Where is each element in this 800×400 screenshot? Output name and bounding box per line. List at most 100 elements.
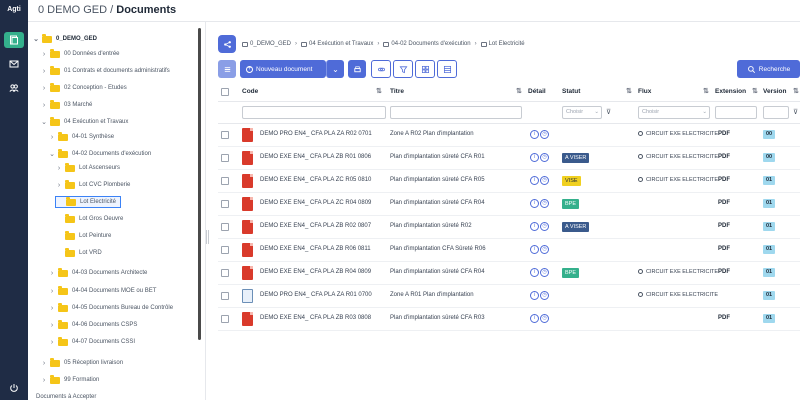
column-header-flux[interactable]: Flux [638,88,651,95]
version-filter-input[interactable] [763,106,789,119]
tree-item[interactable]: Lot Peinture [55,230,111,242]
tree-item[interactable]: › 04-05 Documents Bureau de Contrôle [48,302,173,314]
tree-item[interactable]: › 99 Formation [40,374,99,386]
table-row[interactable]: DEMO EXE EN4_ CFA PLA ZB R03 0808 Plan d'… [218,308,800,331]
row-code[interactable]: DEMO EXE EN4_ CFA PLA ZB R01 0806 [260,154,371,160]
row-code[interactable]: DEMO EXE EN4_ CFA PLA ZB R02 0807 [260,223,371,229]
users-icon[interactable] [4,80,24,96]
table-row[interactable]: DEMO EXE EN4_ CFA PLA ZB R01 0806 Plan d'… [218,147,800,170]
history-icon[interactable]: ◷ [540,291,549,300]
share-icon[interactable] [218,35,236,53]
table-row[interactable]: DEMO EXE EN4_ CFA PLA ZB R06 0811 Plan d'… [218,239,800,262]
chevron-right-icon[interactable]: › [40,377,48,384]
chevron-down-icon[interactable]: ⌄ [48,150,56,158]
tree-item[interactable]: › 05 Réception livraison [40,357,123,369]
column-header-extension[interactable]: Extension [715,88,746,95]
new-document-dropdown[interactable]: ⌄ [326,60,344,78]
row-code[interactable]: DEMO EXE EN4_ CFA PLA ZB R03 0808 [260,315,371,321]
search-button[interactable]: Recherche [737,60,800,78]
grid-view-button[interactable] [415,60,435,78]
filter-button[interactable] [393,60,413,78]
tree-item[interactable]: › Lot Ascenseurs [55,162,120,174]
sort-icon[interactable]: ⇅ [376,87,382,95]
row-flux[interactable]: CIRCUIT EXE ELECTRICITE [638,269,718,275]
history-icon[interactable]: ◷ [540,199,549,208]
history-icon[interactable]: ◷ [540,314,549,323]
chevron-right-icon[interactable]: › [40,102,48,109]
row-code[interactable]: DEMO EXE EN4_ CFA PLA ZB R04 0809 [260,269,371,275]
row-checkbox[interactable] [221,131,229,139]
row-checkbox[interactable] [221,269,229,277]
info-icon[interactable]: i [530,245,539,254]
table-row[interactable]: DEMO PRO EN4_ CFA PLA ZA R02 0701 Zone A … [218,124,800,147]
tree-item[interactable]: ⌄ 04-02 Documents d'exécution [48,148,151,160]
row-flux[interactable]: CIRCUIT EXE ELECTRICITE [638,292,718,298]
column-header-version[interactable]: Version [763,88,786,95]
filter-icon[interactable]: ⊽ [606,108,611,116]
tree-item[interactable]: Lot VRD [55,247,102,259]
history-icon[interactable]: ◷ [540,130,549,139]
row-code[interactable]: DEMO PRO EN4_ CFA PLA ZA R01 0700 [260,292,372,298]
tree-item[interactable]: › 04-07 Documents CSSI [48,336,135,348]
print-button[interactable] [348,60,366,78]
row-checkbox[interactable] [221,315,229,323]
tree-item[interactable]: ⌄ 04 Exécution et Travaux [40,116,128,128]
title-filter-input[interactable] [390,106,522,119]
sort-icon[interactable]: ⇅ [516,87,522,95]
chevron-right-icon[interactable]: › [48,134,56,141]
table-row[interactable]: DEMO EXE EN4_ CFA PLA ZB R02 0807 Plan d'… [218,216,800,239]
code-filter-input[interactable] [242,106,386,119]
tree-item[interactable]: › 01 Contrats et documents administratifs [40,65,170,77]
row-code[interactable]: DEMO EXE EN4_ CFA PLA ZC R05 0810 [260,177,371,183]
filter-icon[interactable]: ⊽ [793,108,798,116]
history-icon[interactable]: ◷ [540,268,549,277]
table-row[interactable]: DEMO EXE EN4_ CFA PLA ZC R04 0809 Plan d'… [218,193,800,216]
chevron-right-icon[interactable]: › [40,85,48,92]
row-flux[interactable]: CIRCUIT EXE ELECTRICITE [638,177,718,183]
select-all-checkbox[interactable] [221,88,229,96]
tree-item-selected[interactable]: Lot Electricité [55,196,122,208]
tree-scrollbar[interactable] [198,28,201,340]
tree-bottom-item[interactable]: Documents à Accepter [36,394,96,400]
row-flux[interactable]: CIRCUIT EXE ELECTRICITE [638,131,718,137]
table-row[interactable]: DEMO EXE EN4_ CFA PLA ZC R05 0810 Plan d'… [218,170,800,193]
tree-item[interactable]: › 02 Conception - Etudes [40,82,127,94]
table-row[interactable]: DEMO PRO EN4_ CFA PLA ZA R01 0700 Zone A … [218,285,800,308]
info-icon[interactable]: i [530,314,539,323]
info-icon[interactable]: i [530,222,539,231]
info-icon[interactable]: i [530,176,539,185]
chevron-right-icon[interactable]: › [48,270,56,277]
chevron-right-icon[interactable]: › [40,360,48,367]
history-icon[interactable]: ◷ [540,153,549,162]
history-icon[interactable]: ◷ [540,245,549,254]
history-icon[interactable]: ◷ [540,222,549,231]
extension-filter-input[interactable] [715,106,757,119]
tree-item[interactable]: › 03 Marché [40,99,92,111]
chevron-right-icon[interactable]: › [40,51,48,58]
link-button[interactable] [371,60,391,78]
tree-root[interactable]: ⌄ 0_DEMO_GED [32,33,97,45]
info-icon[interactable]: i [530,153,539,162]
chevron-right-icon[interactable]: › [48,322,56,329]
column-header-status[interactable]: Statut [562,88,580,95]
sort-icon[interactable]: ⇅ [752,87,758,95]
column-header-code[interactable]: Code [242,88,258,95]
row-code[interactable]: DEMO PRO EN4_ CFA PLA ZA R02 0701 [260,131,372,137]
status-filter-select[interactable]: Choisir ⌄ [562,106,602,119]
tree-item[interactable]: › 04-01 Synthèse [48,131,114,143]
list-view-button[interactable] [218,60,236,78]
flux-filter-select[interactable]: Choisir ⌄ [638,106,710,119]
chevron-right-icon[interactable]: › [40,68,48,75]
tree-item[interactable]: › 04-04 Documents MOE ou BET [48,285,156,297]
row-checkbox[interactable] [221,292,229,300]
breadcrumb-item[interactable]: Lot Electricité [480,41,525,47]
breadcrumb-item[interactable]: 0_DEMO_GED [242,41,291,47]
row-checkbox[interactable] [221,246,229,254]
chevron-right-icon[interactable]: › [48,305,56,312]
tree-item[interactable]: › 04-06 Documents CSPS [48,319,137,331]
documents-icon[interactable] [4,32,24,48]
breadcrumb-item[interactable]: 04 Exécution et Travaux [301,41,373,47]
mail-icon[interactable] [4,56,24,72]
tree-item[interactable]: › 04-03 Documents Architecte [48,267,147,279]
chevron-right-icon[interactable]: › [55,165,63,172]
